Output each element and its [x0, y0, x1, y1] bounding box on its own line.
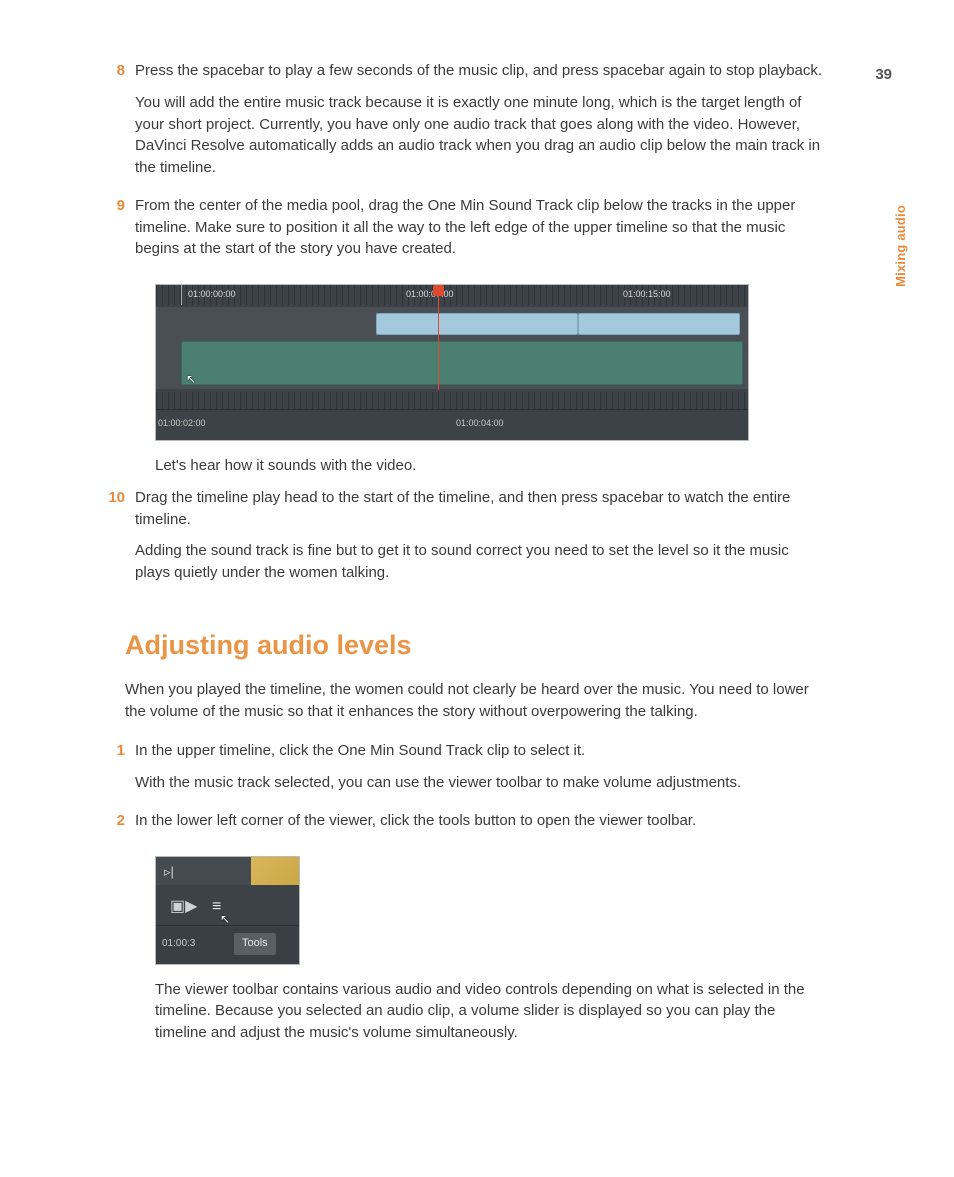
step-text: With the music track selected, you can u…	[135, 772, 825, 794]
step-number: 9	[97, 195, 135, 270]
timecode-label: 01:00:07:00	[406, 288, 454, 301]
play-range-icon: ▣▶	[170, 895, 197, 918]
section-heading: Adjusting audio levels	[125, 626, 825, 665]
video-clip	[578, 313, 740, 335]
step-number: 8	[97, 60, 135, 189]
step-text: From the center of the media pool, drag …	[135, 195, 825, 260]
step-text: Drag the timeline play head to the start…	[135, 487, 825, 531]
step-text: Press the spacebar to play a few seconds…	[135, 60, 825, 82]
body-text: Let's hear how it sounds with the video.	[155, 455, 825, 477]
cursor-icon: ↖	[186, 371, 196, 388]
step-10: 10 Drag the timeline play head to the st…	[125, 487, 825, 594]
skip-end-icon: ▹|	[164, 863, 174, 882]
step-text: You will add the entire music track beca…	[135, 92, 825, 179]
step-9: 9 From the center of the media pool, dra…	[125, 195, 825, 270]
viewer-thumbnail	[251, 857, 299, 885]
page-number: 39	[875, 64, 892, 86]
step-1: 1 In the upper timeline, click the One M…	[125, 740, 825, 804]
timecode-label: 01:00:02:00	[158, 417, 206, 430]
step-2: 2 In the lower left corner of the viewer…	[125, 810, 825, 842]
step-number: 2	[97, 810, 135, 842]
body-text: The viewer toolbar contains various audi…	[155, 979, 825, 1044]
step-text: Adding the sound track is fine but to ge…	[135, 540, 825, 584]
audio-clip	[181, 341, 743, 385]
timeline-zoom-bar	[156, 409, 748, 440]
timecode-label: 01:00:04:00	[456, 417, 504, 430]
section-lead: When you played the timeline, the women …	[125, 679, 825, 723]
page-content: 8 Press the spacebar to play a few secon…	[125, 60, 825, 1054]
timecode-label: 01:00:00:00	[188, 288, 236, 301]
timeline-ruler-bottom	[156, 392, 748, 410]
playhead-icon	[438, 285, 439, 390]
step-number: 1	[97, 740, 135, 804]
tooltip-label: Tools	[234, 933, 276, 955]
timecode-label: 01:00:15:00	[623, 288, 671, 301]
step-number: 10	[97, 487, 135, 594]
section-side-label: Mixing audio	[892, 205, 911, 287]
video-clip	[376, 313, 578, 335]
step-text: In the lower left corner of the viewer, …	[135, 810, 825, 832]
cursor-icon: ↖	[220, 911, 230, 928]
viewer-tools-screenshot: ▹| ▣▶ ≡ ↖ 01:00:3 Tools	[155, 856, 300, 965]
step-text: In the upper timeline, click the One Min…	[135, 740, 825, 762]
timeline-screenshot: 01:00:00:00 01:00:07:00 01:00:15:00 ↖ 01…	[155, 284, 749, 441]
step-8: 8 Press the spacebar to play a few secon…	[125, 60, 825, 189]
timecode-label: 01:00:3	[162, 937, 195, 952]
